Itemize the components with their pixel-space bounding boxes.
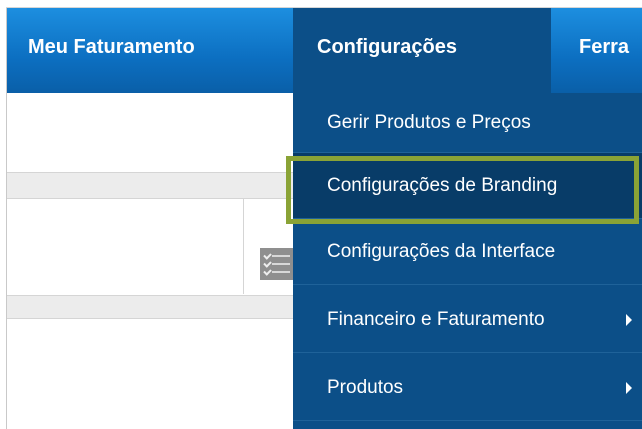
menu-item-label: Financeiro e Faturamento — [327, 309, 545, 330]
menu-item-gerir-produtos[interactable]: Gerir Produtos e Preços — [293, 93, 642, 153]
content-header-strip — [6, 172, 296, 199]
nav-item-meu-faturamento[interactable]: Meu Faturamento — [28, 7, 195, 93]
menu-item-produtos[interactable]: Produtos — [293, 355, 642, 421]
page-frame: Meu Faturamento Configurações Ferra Geri… — [6, 7, 642, 429]
content-divider — [243, 198, 244, 294]
menu-item-label: Configurações da Interface — [327, 241, 556, 262]
nav-item-ferramentas[interactable]: Ferra — [579, 7, 629, 93]
menu-item-label: Gerir Produtos e Preços — [327, 112, 531, 133]
checklist-icon[interactable] — [260, 248, 296, 280]
menu-item-configuracoes-branding[interactable]: Configurações de Branding — [293, 153, 642, 219]
menu-item-financeiro-faturamento[interactable]: Financeiro e Faturamento — [293, 287, 642, 353]
menu-item-configuracoes-interface[interactable]: Configurações da Interface — [293, 219, 642, 285]
menu-item-label: Produtos — [327, 377, 404, 398]
caret-right-icon — [626, 381, 632, 394]
configuracoes-dropdown-menu: Gerir Produtos e Preços Configurações de… — [293, 93, 642, 429]
caret-right-icon — [626, 313, 632, 326]
menu-item-label: Configurações de Branding — [327, 175, 558, 196]
top-navbar: Meu Faturamento Configurações Ferra — [6, 7, 642, 93]
content-footer-strip — [6, 295, 296, 319]
nav-item-configuracoes[interactable]: Configurações — [293, 7, 551, 93]
